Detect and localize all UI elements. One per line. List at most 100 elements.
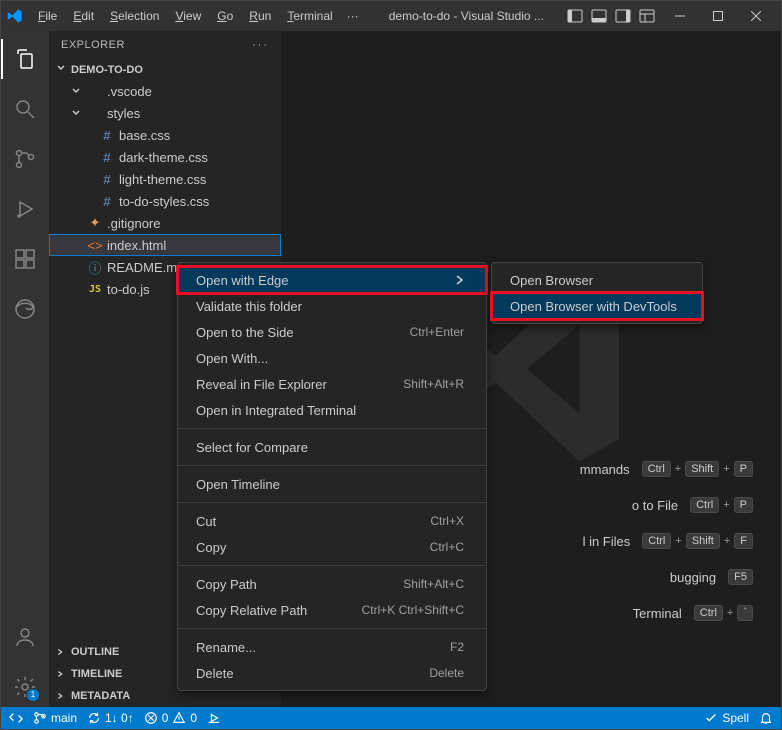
activity-search[interactable]	[1, 89, 49, 129]
explorer-title: EXPLORER	[61, 39, 125, 51]
file-item[interactable]: #light-theme.css	[49, 168, 281, 190]
menu-item[interactable]: Reveal in File Explorer Shift+Alt+R	[178, 371, 486, 397]
submenu-item[interactable]: Open Browser with DevTools	[492, 293, 702, 319]
status-problems[interactable]: 0 0	[144, 711, 197, 725]
activity-accounts[interactable]	[1, 617, 49, 657]
shortcut: Ctrl+C	[430, 540, 464, 554]
menu-item-label: Open With...	[196, 351, 268, 366]
settings-badge: 1	[27, 689, 39, 701]
menu-separator	[178, 428, 486, 429]
menu-item[interactable]: Open With...	[178, 345, 486, 371]
menu-separator	[178, 628, 486, 629]
context-menu: Open with Edge Validate this folder Open t…	[177, 262, 487, 691]
minimize-button[interactable]	[661, 1, 699, 31]
menu-item-label: Open to the Side	[196, 325, 294, 340]
maximize-button[interactable]	[699, 1, 737, 31]
welcome-row: l in FilesCtrl+Shift+F	[580, 533, 753, 549]
menu-bar: FileEditSelectionViewGoRunTerminal	[31, 5, 340, 27]
menu-item-label: Validate this folder	[196, 299, 302, 314]
menu-item-label: Open Browser	[510, 273, 593, 288]
welcome-label: o to File	[632, 498, 678, 513]
menu-item[interactable]: Open in Integrated Terminal	[178, 397, 486, 423]
keybinding: F5	[728, 569, 753, 585]
file-item[interactable]: #to-do-styles.css	[49, 190, 281, 212]
shortcut: Ctrl+X	[430, 514, 464, 528]
panel-left-icon[interactable]	[567, 8, 583, 24]
menu-overflow[interactable]: ···	[340, 5, 366, 27]
explorer-header: EXPLORER ···	[49, 31, 281, 59]
context-submenu: Open Browser Open Browser with DevTools	[491, 262, 703, 324]
menu-run[interactable]: Run	[242, 5, 278, 27]
menu-item[interactable]: Delete Delete	[178, 660, 486, 686]
welcome-row: mmandsCtrl+Shift+P	[580, 461, 753, 477]
panel-right-icon[interactable]	[615, 8, 631, 24]
item-label: styles	[107, 106, 281, 121]
panel-bottom-icon[interactable]	[591, 8, 607, 24]
activity-source-control[interactable]	[1, 139, 49, 179]
welcome-label: bugging	[670, 570, 716, 585]
menu-file[interactable]: File	[31, 5, 64, 27]
layout-icon[interactable]	[639, 8, 655, 24]
item-label: index.html	[107, 238, 281, 253]
file-item[interactable]: #dark-theme.css	[49, 146, 281, 168]
shortcut: Shift+Alt+R	[403, 377, 464, 391]
menu-go[interactable]: Go	[210, 5, 240, 27]
titlebar: FileEditSelectionViewGoRunTerminal ··· d…	[1, 1, 781, 31]
activity-explorer[interactable]	[1, 39, 49, 79]
submenu-arrow-icon	[454, 273, 464, 288]
shortcut: Delete	[429, 666, 464, 680]
explorer-more-icon[interactable]: ···	[252, 39, 269, 51]
file-item[interactable]: <>index.html	[49, 234, 281, 256]
item-label: dark-theme.css	[119, 150, 281, 165]
vscode-window: FileEditSelectionViewGoRunTerminal ··· d…	[0, 0, 782, 730]
menu-item[interactable]: Select for Compare	[178, 434, 486, 460]
folder-item[interactable]: .vscode	[49, 80, 281, 102]
status-spell[interactable]: Spell	[704, 711, 749, 725]
file-item[interactable]: ✦.gitignore	[49, 212, 281, 234]
menu-item-label: Open Browser with DevTools	[510, 299, 677, 314]
menu-item-label: Reveal in File Explorer	[196, 377, 327, 392]
menu-item-label: Open Timeline	[196, 477, 280, 492]
item-label: .gitignore	[107, 216, 281, 231]
shortcut: F2	[450, 640, 464, 654]
status-branch[interactable]: main	[33, 711, 77, 725]
welcome-shortcuts: mmandsCtrl+Shift+Po to FileCtrl+Pl in Fi…	[580, 461, 753, 621]
menu-terminal[interactable]: Terminal	[280, 5, 339, 27]
status-debug[interactable]	[207, 711, 221, 725]
menu-item-label: Delete	[196, 666, 234, 681]
menu-edit[interactable]: Edit	[66, 5, 101, 27]
keybinding: Ctrl+Shift+P	[642, 461, 753, 477]
activity-edge[interactable]	[1, 289, 49, 329]
close-button[interactable]	[737, 1, 775, 31]
item-label: base.css	[119, 128, 281, 143]
folder-item[interactable]: styles	[49, 102, 281, 124]
menu-item[interactable]: CopyCtrl+C	[178, 534, 486, 560]
menu-item-label: Copy Relative Path	[196, 603, 307, 618]
menu-item[interactable]: Validate this folder	[178, 293, 486, 319]
activity-extensions[interactable]	[1, 239, 49, 279]
activity-run-debug[interactable]	[1, 189, 49, 229]
menu-item[interactable]: Copy Relative PathCtrl+K Ctrl+Shift+C	[178, 597, 486, 623]
menu-item-label: Rename...	[196, 640, 256, 655]
status-notifications[interactable]	[759, 711, 773, 725]
menu-selection[interactable]: Selection	[103, 5, 166, 27]
layout-controls	[567, 8, 655, 24]
activity-settings[interactable]: 1	[1, 667, 49, 707]
file-item[interactable]: #base.css	[49, 124, 281, 146]
vscode-logo-icon	[7, 8, 23, 24]
menu-item[interactable]: Copy PathShift+Alt+C	[178, 571, 486, 597]
menu-item[interactable]: Open to the SideCtrl+Enter	[178, 319, 486, 345]
status-bar: main 1↓ 0↑ 0 0 Spell	[1, 707, 781, 729]
status-sync[interactable]: 1↓ 0↑	[87, 711, 134, 725]
menu-item-label: Open in Integrated Terminal	[196, 403, 356, 418]
menu-item[interactable]: Open Timeline	[178, 471, 486, 497]
folder-root[interactable]: DEMO-TO-DO	[49, 59, 281, 80]
menu-item[interactable]: CutCtrl+X	[178, 508, 486, 534]
menu-item[interactable]: Rename... F2	[178, 634, 486, 660]
menu-view[interactable]: View	[168, 5, 208, 27]
menu-item[interactable]: Open with Edge	[178, 267, 486, 293]
status-remote[interactable]	[9, 711, 23, 725]
menu-item-label: Select for Compare	[196, 440, 308, 455]
submenu-item[interactable]: Open Browser	[492, 267, 702, 293]
menu-item-label: Copy Path	[196, 577, 257, 592]
